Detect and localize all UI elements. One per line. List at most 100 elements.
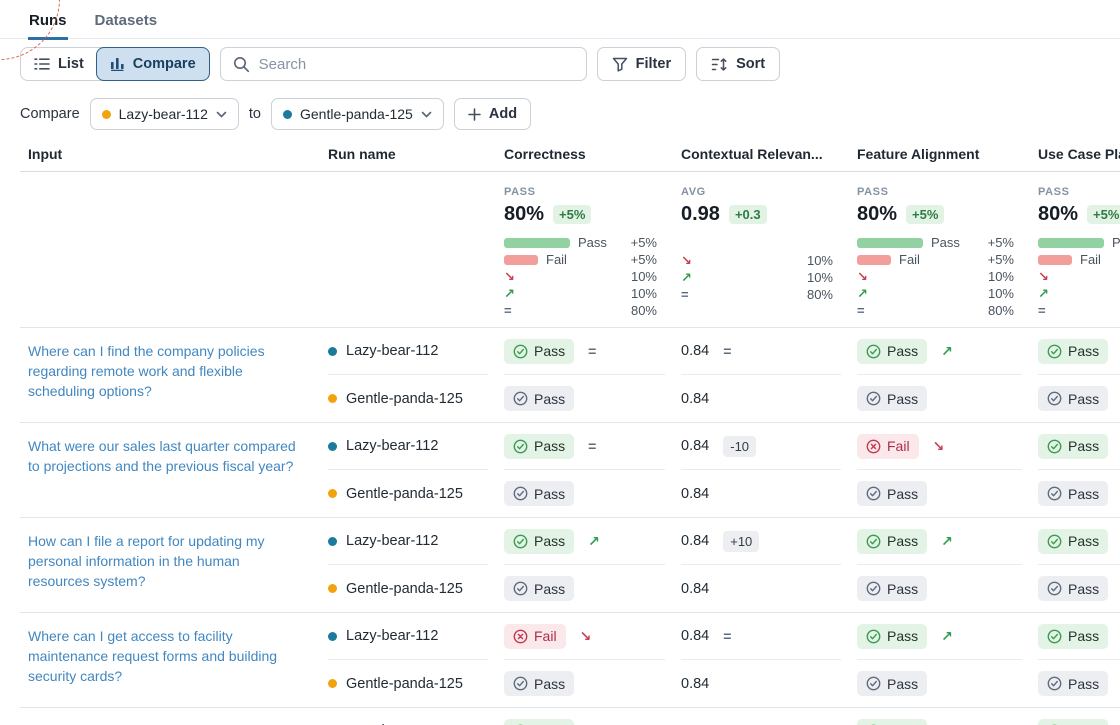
input-cell: Where can I get access to facility maint… — [20, 613, 328, 707]
input-cell: Where can I find the company directory w… — [20, 708, 328, 725]
badge-label: Fail — [887, 438, 910, 454]
badge-label: Pass — [1068, 533, 1099, 549]
check-circle-icon — [866, 581, 881, 596]
pass-badge: Pass — [1038, 529, 1108, 554]
metric-cell: Pass — [504, 470, 681, 517]
badge-label: Pass — [534, 581, 565, 597]
input-question-link[interactable]: Where can I find the company policies re… — [28, 343, 265, 399]
trend-down-icon: ↘ — [504, 269, 521, 285]
view-toggle: List Compare — [20, 47, 210, 81]
metric-cell: 0.84-10 — [681, 423, 841, 470]
run-name: Lazy-bear-112 — [346, 533, 438, 549]
input-question-link[interactable]: What were our sales last quarter compare… — [28, 438, 296, 474]
table-header-row: Input Run name Correctness Contextual Re… — [20, 138, 1120, 172]
check-circle-icon — [1047, 534, 1062, 549]
tab-runs[interactable]: Runs — [28, 12, 68, 40]
run-name-cell: Gentle-panda-125 — [328, 565, 504, 612]
score-value: 0.84 — [681, 628, 709, 644]
badge-label: Pass — [534, 391, 565, 407]
search-input[interactable] — [220, 47, 587, 81]
chevron-down-icon — [216, 111, 227, 118]
chevron-down-icon — [421, 111, 432, 118]
stat-label: PASS — [1038, 186, 1120, 198]
run-name: Lazy-bear-112 — [346, 438, 438, 454]
pass-badge: Pass — [1038, 576, 1108, 601]
trend-equal-icon: = — [723, 343, 731, 359]
fail-legend-bar — [1038, 255, 1072, 265]
metric-cell: Pass= — [504, 423, 665, 470]
check-circle-icon — [513, 676, 528, 691]
badge-label: Pass — [887, 628, 918, 644]
pass-badge: Pass — [504, 386, 574, 411]
baseline-run-select[interactable]: Lazy-bear-112 — [90, 98, 239, 130]
run-name: Gentle-panda-125 — [346, 581, 463, 597]
pass-badge: Pass — [1038, 719, 1108, 725]
check-circle-icon — [513, 534, 528, 549]
pass-badge: Pass — [857, 386, 927, 411]
comparison-run-select[interactable]: Gentle-panda-125 — [271, 98, 444, 130]
column-header-contextual-relevance: Contextual Relevan... — [681, 146, 857, 162]
comparison-row-group: Where can I get access to facility maint… — [20, 613, 1120, 708]
stat-delta-badge: +5% — [906, 205, 944, 224]
sort-icon — [711, 57, 728, 72]
badge-label: Pass — [1068, 628, 1099, 644]
check-circle-icon — [513, 486, 528, 501]
legend-value: 80% — [807, 287, 833, 302]
metric-cell: Pass↗ — [1038, 328, 1120, 375]
table-body: Where can I find the company policies re… — [0, 328, 1120, 725]
fail-legend-bar — [857, 255, 891, 265]
pass-badge: Pass — [504, 719, 574, 725]
run-name: Gentle-panda-125 — [346, 486, 463, 502]
score-value: 0.84 — [681, 438, 709, 454]
metric-cell: Pass — [1038, 708, 1120, 725]
tab-datasets[interactable]: Datasets — [94, 12, 159, 40]
add-run-button[interactable]: Add — [454, 98, 531, 130]
check-circle-icon — [866, 534, 881, 549]
metric-legend-row: Pass+5%Fail+5%↘10%↗10%=80%↘10%↗10%=80%Pa… — [20, 232, 1120, 328]
pass-badge: Pass — [1038, 386, 1108, 411]
check-circle-icon — [513, 439, 528, 454]
trend-equal-icon: = — [588, 343, 596, 359]
column-header-use-case: Use Case Pla — [1038, 146, 1120, 162]
input-cell: How can I file a report for updating my … — [20, 518, 328, 612]
x-circle-icon — [513, 629, 528, 644]
badge-label: Pass — [534, 486, 565, 502]
run-name-cell: Gentle-panda-125 — [328, 660, 504, 707]
badge-label: Pass — [887, 676, 918, 692]
add-run-label: Add — [489, 106, 517, 122]
stat-value: 80% — [504, 203, 544, 226]
pass-badge: Pass — [1038, 624, 1108, 649]
legend-value: 10% — [631, 269, 657, 284]
trend-equal-icon: = — [1038, 303, 1055, 318]
input-question-link[interactable]: Where can I get access to facility maint… — [28, 628, 277, 684]
input-question-link[interactable]: How can I file a report for updating my … — [28, 533, 265, 589]
run-color-dot — [328, 394, 337, 403]
trend-equal-icon: = — [857, 303, 874, 318]
badge-label: Pass — [887, 391, 918, 407]
pass-badge: Pass — [504, 671, 574, 696]
feature-alignment-legend: Pass+5%Fail+5%↘10%↗10%=80% — [857, 236, 1038, 317]
sort-button[interactable]: Sort — [696, 47, 780, 81]
list-view-button[interactable]: List — [21, 48, 97, 80]
plus-icon — [468, 108, 481, 121]
legend-label: Pass — [578, 235, 607, 250]
filter-button[interactable]: Filter — [597, 47, 686, 81]
toolbar: List Compare — [20, 47, 1100, 81]
check-circle-icon — [866, 486, 881, 501]
trend-up-icon: ↗ — [681, 270, 698, 286]
metric-summary-row: PASS80%+5%AVG0.98+0.3PASS80%+5%PASS80%+5… — [20, 172, 1120, 232]
score-value: 0.84 — [681, 676, 709, 692]
legend-value: +5% — [631, 252, 657, 267]
compare-view-button[interactable]: Compare — [96, 47, 210, 81]
comparison-run-name: Gentle-panda-125 — [300, 106, 413, 122]
badge-label: Pass — [534, 533, 565, 549]
run-color-dot — [328, 537, 337, 546]
check-circle-icon — [513, 581, 528, 596]
pass-legend-bar — [504, 238, 570, 248]
correctness-legend: Pass+5%Fail+5%↘10%↗10%=80% — [504, 236, 681, 317]
contextual-relevance-summary: AVG0.98+0.3 — [681, 186, 857, 226]
legend-label: Pass — [1112, 235, 1120, 250]
stat-value: 80% — [1038, 203, 1078, 226]
pass-legend-bar — [1038, 238, 1104, 248]
trend-up-icon: ↗ — [1038, 286, 1055, 302]
